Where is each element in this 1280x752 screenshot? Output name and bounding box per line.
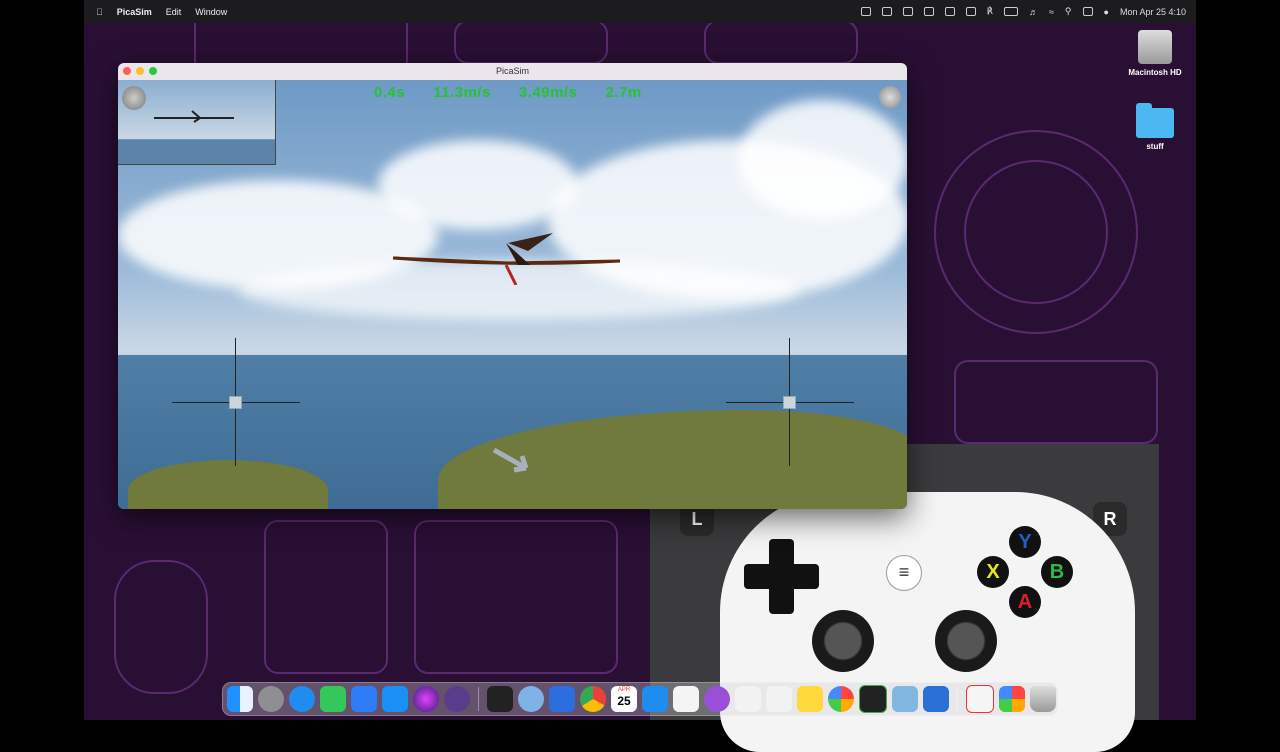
search-icon[interactable]: ⚲ [1065,6,1072,17]
weather-icon[interactable] [642,686,668,712]
left-thumbstick[interactable] [812,610,874,672]
trash-icon[interactable] [1030,686,1056,712]
clipboard-icon[interactable] [881,7,892,16]
terminal-icon[interactable] [487,686,513,712]
app-store-icon[interactable] [382,686,408,712]
picasim-window: PicaSim 0.4s 11.3m/s 3.49m/s 2.7m [118,63,907,509]
dpad-horizontal[interactable] [744,564,819,589]
x-button[interactable]: X [977,556,1009,588]
x-label: X [986,561,1000,583]
menubar-clock[interactable]: Mon Apr 25 4:10 [1120,7,1186,17]
calendar-day: 25 [617,694,631,708]
music-icon[interactable] [966,685,994,713]
window-titlebar[interactable]: PicaSim [118,63,907,80]
menu-bar:  PicaSim Edit Window ℟ ♬ ≈ ⚲ ● Mon Apr … [84,0,1196,23]
game-controller-icon[interactable] [923,686,949,712]
notes-icon[interactable] [797,686,823,712]
desktop-icon-macintosh-hd[interactable]: Macintosh HD [1126,30,1184,77]
mail-icon[interactable] [351,686,377,712]
dock-separator [478,687,479,711]
quicktime-icon[interactable] [444,686,470,712]
slack-icon[interactable] [673,686,699,712]
siri-icon[interactable] [413,686,439,712]
flight-hud: 0.4s 11.3m/s 3.49m/s 2.7m [374,84,642,101]
cpu-icon[interactable] [944,7,955,16]
hud-time: 0.4s [374,84,406,101]
pixelmator-icon[interactable] [766,686,792,712]
apple-menu-icon[interactable]:  [96,7,103,17]
zoom-window-icon[interactable] [149,67,157,75]
bluetooth-icon[interactable]: ℟ [987,6,993,17]
volume-icon[interactable]: ♬ [1029,7,1038,17]
grammarly-icon[interactable] [965,7,976,16]
menu-window[interactable]: Window [195,7,227,17]
minimize-window-icon[interactable] [136,67,144,75]
control-center-icon[interactable] [1082,7,1093,16]
right-stick-knob[interactable] [783,396,796,409]
desktop-icon-stuff[interactable]: stuff [1126,103,1184,151]
dropbox-icon[interactable] [923,7,934,16]
photos-icon[interactable] [828,686,854,712]
layers-icon[interactable] [902,7,913,16]
calendar-month: APR [617,687,631,693]
messages-icon[interactable] [320,686,346,712]
chrome-icon[interactable] [580,686,606,712]
dock-separator [957,687,958,711]
a-button[interactable]: A [1009,586,1041,618]
y-label: Y [1018,531,1032,553]
siri-menu-icon[interactable]: ● [1104,7,1109,17]
dock: APR 25 [222,682,1058,716]
quicklook-icon[interactable] [518,686,544,712]
xcode-icon[interactable] [549,686,575,712]
hud-vertical-speed: 3.49m/s [518,84,578,101]
hard-drive-icon [1138,30,1172,64]
desktop-icon-label: stuff [1146,142,1164,151]
y-button[interactable]: Y [1009,526,1041,558]
hud-altitude: 2.7m [605,84,642,101]
a-label: A [1017,591,1033,613]
pause-menu-icon[interactable] [879,86,901,108]
menu-app-name[interactable]: PicaSim [117,7,152,17]
menu-edit[interactable]: Edit [166,7,182,17]
calendar-icon[interactable]: APR 25 [611,686,637,712]
pilot-view-inset[interactable] [118,80,276,165]
picasim-icon[interactable] [892,686,918,712]
inset-glider [154,110,234,123]
desktop-icon-label: Macintosh HD [1128,68,1182,77]
system-preferences-icon[interactable] [258,686,284,712]
b-button[interactable]: B [1041,556,1073,588]
activity-monitor-icon[interactable] [859,685,887,713]
flight-view[interactable]: 0.4s 11.3m/s 3.49m/s 2.7m [118,80,907,509]
glider-model [392,233,621,285]
hud-airspeed: 11.3m/s [433,84,491,101]
right-thumbstick[interactable] [935,610,997,672]
podcasts-icon[interactable] [704,686,730,712]
close-window-icon[interactable] [123,67,131,75]
screen-record-icon[interactable] [860,7,871,16]
left-stick-knob[interactable] [229,396,242,409]
menu-button-icon[interactable]: ≡ [886,555,922,591]
wifi-icon[interactable]: ≈ [1049,7,1054,17]
battery-icon[interactable] [1003,7,1018,16]
wind-arrow-icon [492,447,529,473]
folder-icon [1136,103,1174,138]
b-label: B [1049,561,1065,583]
finder-icon[interactable] [227,686,253,712]
safari-icon[interactable] [289,686,315,712]
textedit-icon[interactable] [735,686,761,712]
photos-library-icon[interactable] [999,686,1025,712]
camera-toggle-icon[interactable] [122,86,146,110]
window-title: PicaSim [495,66,529,76]
